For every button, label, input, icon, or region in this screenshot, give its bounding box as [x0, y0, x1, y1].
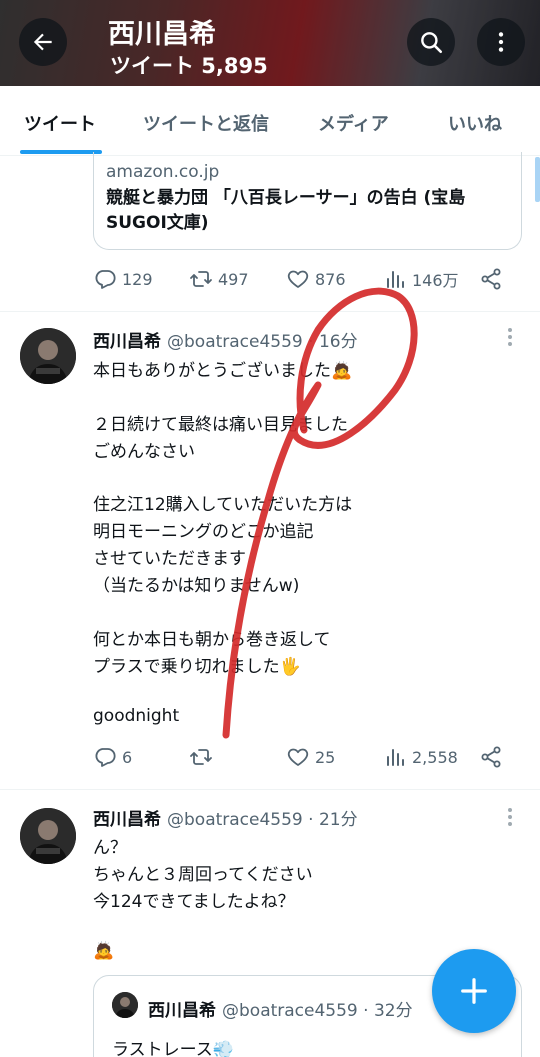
- link-card-title-line2: SUGOI文庫): [106, 213, 209, 233]
- search-icon: [421, 32, 443, 54]
- tweet-actions: 6 25 2,558: [93, 745, 513, 775]
- tweet-text-line: 明日モーニングのどこか追記: [93, 522, 314, 542]
- link-card-title-line1: 競艇と暴力団 「八百長レーサー」の告白 (宝島: [106, 188, 466, 208]
- reply-count: 129: [122, 269, 153, 289]
- avatar-image: [20, 328, 76, 384]
- reply-icon: [95, 270, 116, 289]
- tweet-text-line: ちゃんと３周回ってください: [93, 865, 313, 885]
- tweet-text-line: プラスで乗り切れました🖐: [93, 657, 301, 677]
- like-button[interactable]: 876: [286, 267, 346, 291]
- quoted-tweet-text: ラストレース💨: [112, 1040, 234, 1057]
- tweet-divider: [0, 789, 540, 790]
- avatar[interactable]: [20, 328, 76, 384]
- tweet-author-handle[interactable]: @boatrace4559 · 21分: [167, 810, 358, 830]
- tweet-text-line: （当たるかは知りませんw): [93, 576, 300, 596]
- tweet-header: 西川昌希 @boatrace4559 · 21分: [93, 805, 358, 830]
- reply-button[interactable]: 6: [93, 745, 132, 769]
- tab-tweets-and-replies[interactable]: ツイートと返信: [143, 110, 269, 136]
- tweet-author-name[interactable]: 西川昌希: [93, 332, 161, 352]
- share-button[interactable]: [479, 745, 503, 769]
- tweet-text-line: 何とか本日も朝から巻き返して: [93, 630, 331, 650]
- reply-icon: [95, 748, 116, 767]
- scrollbar[interactable]: [535, 157, 540, 202]
- back-button[interactable]: [19, 18, 67, 66]
- plus-icon: [461, 978, 487, 1004]
- tweet-text-line: ごめんなさい: [93, 442, 195, 462]
- link-card[interactable]: amazon.co.jp 競艇と暴力団 「八百長レーサー」の告白 (宝島 SUG…: [93, 152, 522, 250]
- share-button[interactable]: [479, 267, 503, 291]
- tweet-author-handle[interactable]: @boatrace4559 · 16分: [167, 332, 358, 352]
- like-button[interactable]: 25: [286, 745, 335, 769]
- quoted-avatar: [112, 992, 138, 1018]
- quoted-author-handle: @boatrace4559 · 32分: [222, 1001, 413, 1021]
- tweet-text-line: ん？: [93, 838, 127, 858]
- views-button[interactable]: 146万: [383, 267, 459, 291]
- more-vertical-icon: [498, 32, 504, 52]
- reply-count: 6: [122, 747, 133, 767]
- profile-name: 西川昌希: [108, 19, 216, 50]
- views-chart-icon: [387, 271, 404, 288]
- link-card-domain: amazon.co.jp: [106, 162, 220, 182]
- arrow-left-icon: [33, 33, 52, 51]
- retweet-button[interactable]: [189, 745, 218, 769]
- like-count: 876: [315, 269, 346, 289]
- avatar[interactable]: [20, 808, 76, 864]
- tab-likes[interactable]: いいね: [448, 110, 502, 136]
- reply-button[interactable]: 129: [93, 267, 153, 291]
- heart-icon: [287, 748, 309, 766]
- tweet-header: 西川昌希 @boatrace4559 · 16分: [93, 327, 358, 352]
- compose-tweet-button[interactable]: [432, 949, 516, 1033]
- tweet-more-button[interactable]: [505, 806, 515, 828]
- tweet-actions: 129 497 876 146万: [93, 267, 513, 297]
- tweet-text-line: 本日もありがとうございました🙇: [93, 361, 353, 381]
- tweet-text-line: ２日続けて最終は痛い目見ました: [93, 415, 348, 435]
- quoted-tweet-header: 西川昌希 @boatrace4559 · 32分: [148, 996, 413, 1021]
- profile-tabs: ツイート ツイートと返信 メディア いいね: [0, 86, 540, 156]
- tweet-text-line: goodnight: [93, 706, 180, 726]
- share-icon: [481, 746, 501, 768]
- more-options-button[interactable]: [477, 18, 525, 66]
- retweet-icon: [190, 749, 212, 765]
- tweet-text-line: 住之江12購入していただいた方は: [93, 495, 353, 515]
- quoted-author-name: 西川昌希: [148, 1001, 216, 1021]
- like-count: 25: [315, 747, 336, 767]
- profile-header: 西川昌希 ツイート 5,895: [0, 0, 540, 86]
- retweet-count: 497: [218, 269, 249, 289]
- view-count: 146万: [412, 271, 459, 290]
- heart-icon: [287, 270, 309, 288]
- views-chart-icon: [387, 749, 404, 766]
- tweet-text-line: させていただきます: [93, 549, 246, 569]
- tweet-text-line: 🙇: [93, 941, 115, 961]
- tweet-text-line: 今124できてましたよね？: [93, 892, 295, 912]
- tweet-author-name[interactable]: 西川昌希: [93, 810, 161, 830]
- tweet-count: ツイート 5,895: [110, 54, 268, 78]
- tweet-divider: [0, 311, 540, 312]
- views-button[interactable]: 2,558: [383, 745, 458, 769]
- share-icon: [481, 268, 501, 290]
- tab-media[interactable]: メディア: [318, 110, 389, 136]
- avatar-image: [20, 808, 76, 864]
- view-count: 2,558: [412, 747, 458, 767]
- active-tab-indicator: [20, 150, 102, 154]
- tweet-more-button[interactable]: [505, 326, 515, 348]
- search-button[interactable]: [407, 18, 455, 66]
- header-banner-overlay: [0, 0, 540, 86]
- retweet-button[interactable]: 497: [189, 267, 249, 291]
- tab-tweets[interactable]: ツイート: [24, 110, 96, 136]
- retweet-icon: [190, 271, 212, 287]
